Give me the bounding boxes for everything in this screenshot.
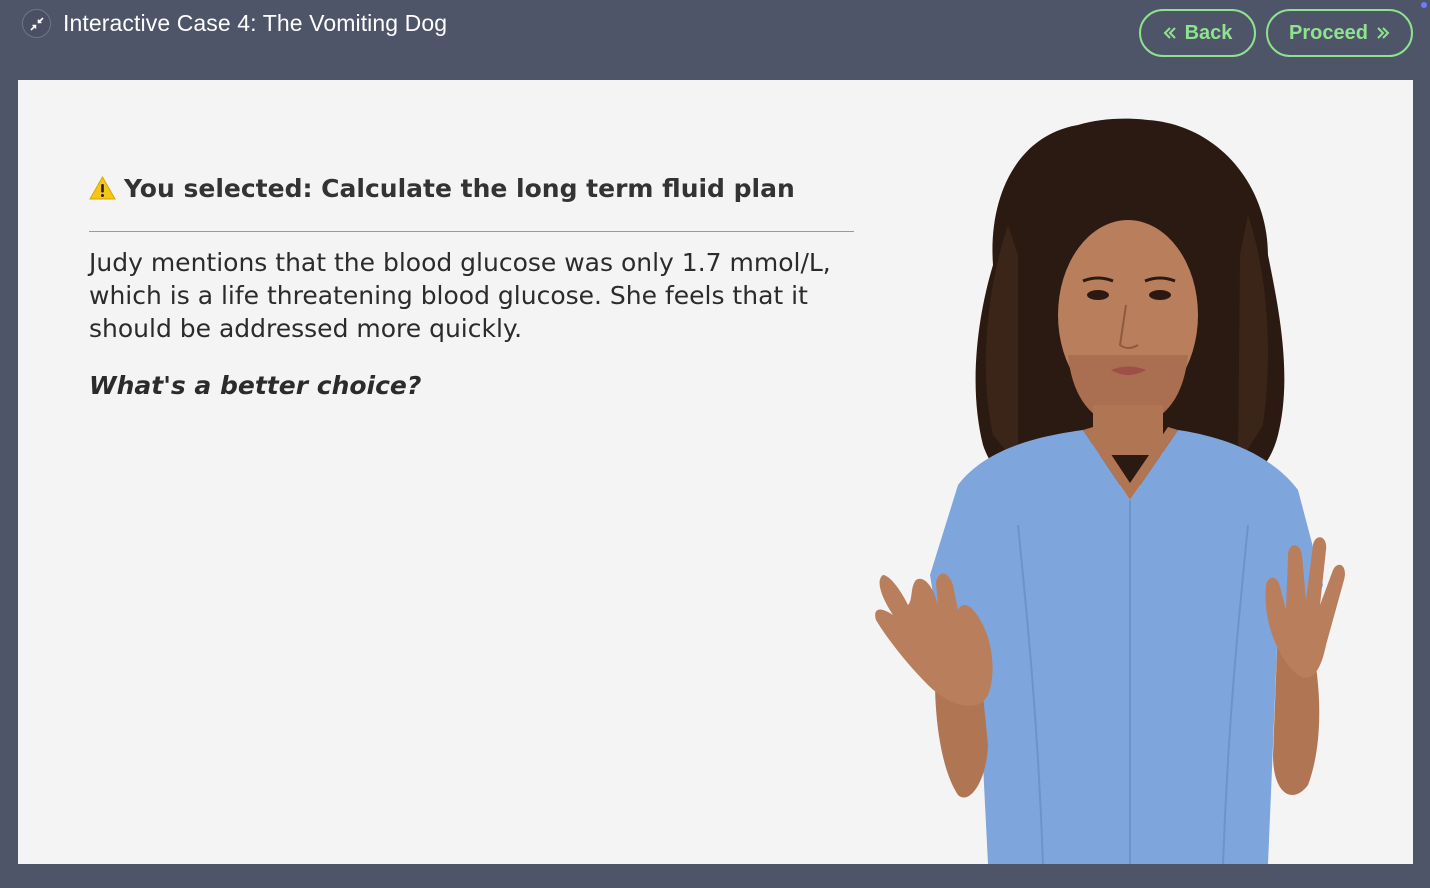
proceed-label: Proceed bbox=[1289, 21, 1368, 44]
warning-icon bbox=[89, 176, 116, 200]
selected-heading: You selected: Calculate the long term fl… bbox=[89, 170, 854, 206]
selected-text: You selected: Calculate the long term fl… bbox=[124, 173, 795, 203]
feedback-panel: You selected: Calculate the long term fl… bbox=[18, 80, 1413, 864]
collapse-arrows-icon bbox=[29, 16, 44, 31]
top-bar: Interactive Case 4: The Vomiting Dog Bac… bbox=[0, 0, 1430, 80]
feedback-content: You selected: Calculate the long term fl… bbox=[89, 170, 854, 400]
proceed-button[interactable]: Proceed bbox=[1266, 9, 1413, 57]
nurse-character-image bbox=[875, 118, 1345, 864]
divider bbox=[89, 231, 854, 232]
double-chevron-right-icon bbox=[1377, 27, 1390, 39]
double-chevron-left-icon bbox=[1163, 27, 1176, 39]
bottom-strip bbox=[0, 864, 1430, 888]
back-label: Back bbox=[1184, 21, 1233, 44]
feedback-body: Judy mentions that the blood glucose was… bbox=[89, 248, 831, 343]
case-title: Interactive Case 4: The Vomiting Dog bbox=[63, 10, 448, 36]
question-prompt: What's a better choice? bbox=[89, 371, 422, 400]
back-button[interactable]: Back bbox=[1139, 9, 1256, 57]
collapse-button[interactable] bbox=[22, 9, 51, 38]
status-dot bbox=[1421, 2, 1427, 8]
